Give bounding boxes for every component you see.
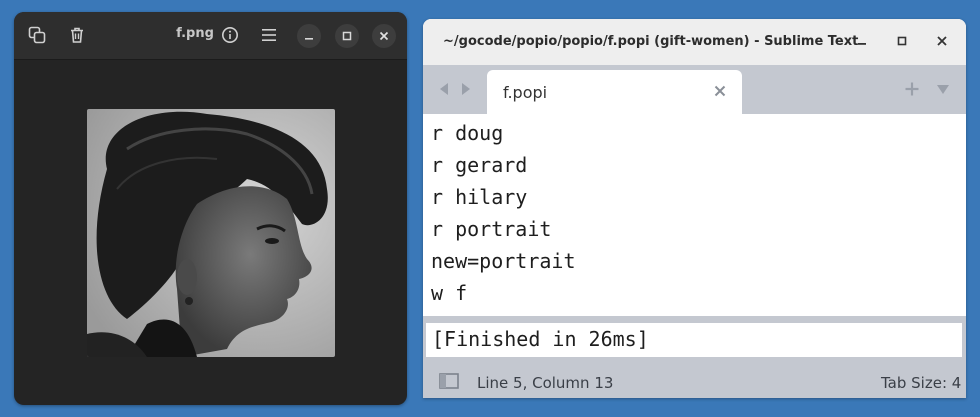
tab-bar: f.popi <box>423 65 966 114</box>
maximize-icon <box>897 36 907 46</box>
editor-area[interactable]: r doug r gerard r hilary r portrait new=… <box>423 114 966 316</box>
minimize-button[interactable] <box>297 24 321 48</box>
window-title: ~/gocode/popio/popio/f.popi (gift-women)… <box>443 34 859 49</box>
code-line: w f <box>431 281 468 305</box>
build-output-text: [Finished in 26ms] <box>432 327 649 351</box>
cursor-position: Line 5, Column 13 <box>477 374 614 392</box>
sublime-titlebar: ~/gocode/popio/popio/f.popi (gift-women)… <box>423 19 966 65</box>
image-viewer-window: f.png <box>14 12 407 405</box>
sublime-text-window: ~/gocode/popio/popio/f.popi (gift-women)… <box>423 19 966 398</box>
tab-size-indicator[interactable]: Tab Size: 4 <box>881 374 961 392</box>
status-bar: Line 5, Column 13 Tab Size: 4 <box>423 363 966 398</box>
maximize-button[interactable] <box>894 33 910 49</box>
hamburger-menu-icon[interactable] <box>259 25 279 45</box>
tab-prev-arrow-icon[interactable] <box>437 81 451 97</box>
minimize-button[interactable] <box>854 33 870 49</box>
maximize-icon <box>342 31 352 41</box>
new-tab-plus-icon[interactable] <box>904 81 920 97</box>
close-icon <box>379 31 389 41</box>
maximize-button[interactable] <box>335 24 359 48</box>
close-icon <box>937 36 947 46</box>
copy-icon[interactable] <box>27 25 47 45</box>
minimize-icon <box>305 38 313 40</box>
tab-menu-dropdown-icon[interactable] <box>936 83 950 95</box>
code-line: r doug <box>431 121 504 145</box>
tab-f-popi[interactable]: f.popi <box>487 70 742 114</box>
trash-icon[interactable] <box>67 25 87 45</box>
code-line: r gerard <box>431 153 528 177</box>
tab-next-arrow-icon[interactable] <box>459 81 473 97</box>
info-icon[interactable] <box>220 25 240 45</box>
sidebar-toggle-icon[interactable] <box>439 373 459 389</box>
tab-close-icon[interactable] <box>713 84 727 98</box>
portrait-image <box>87 109 335 357</box>
build-output-box[interactable]: [Finished in 26ms] <box>426 323 962 357</box>
viewer-headerbar: f.png <box>14 12 407 60</box>
build-output-panel: [Finished in 26ms] <box>423 316 966 363</box>
tab-navigation <box>437 81 473 99</box>
close-button[interactable] <box>934 33 950 49</box>
code-line: r hilary <box>431 185 528 209</box>
tab-label: f.popi <box>503 83 548 102</box>
minimize-icon <box>858 43 866 45</box>
code-line: r portrait <box>431 217 552 241</box>
close-button[interactable] <box>372 24 396 48</box>
code-line: new=portrait <box>431 249 576 273</box>
